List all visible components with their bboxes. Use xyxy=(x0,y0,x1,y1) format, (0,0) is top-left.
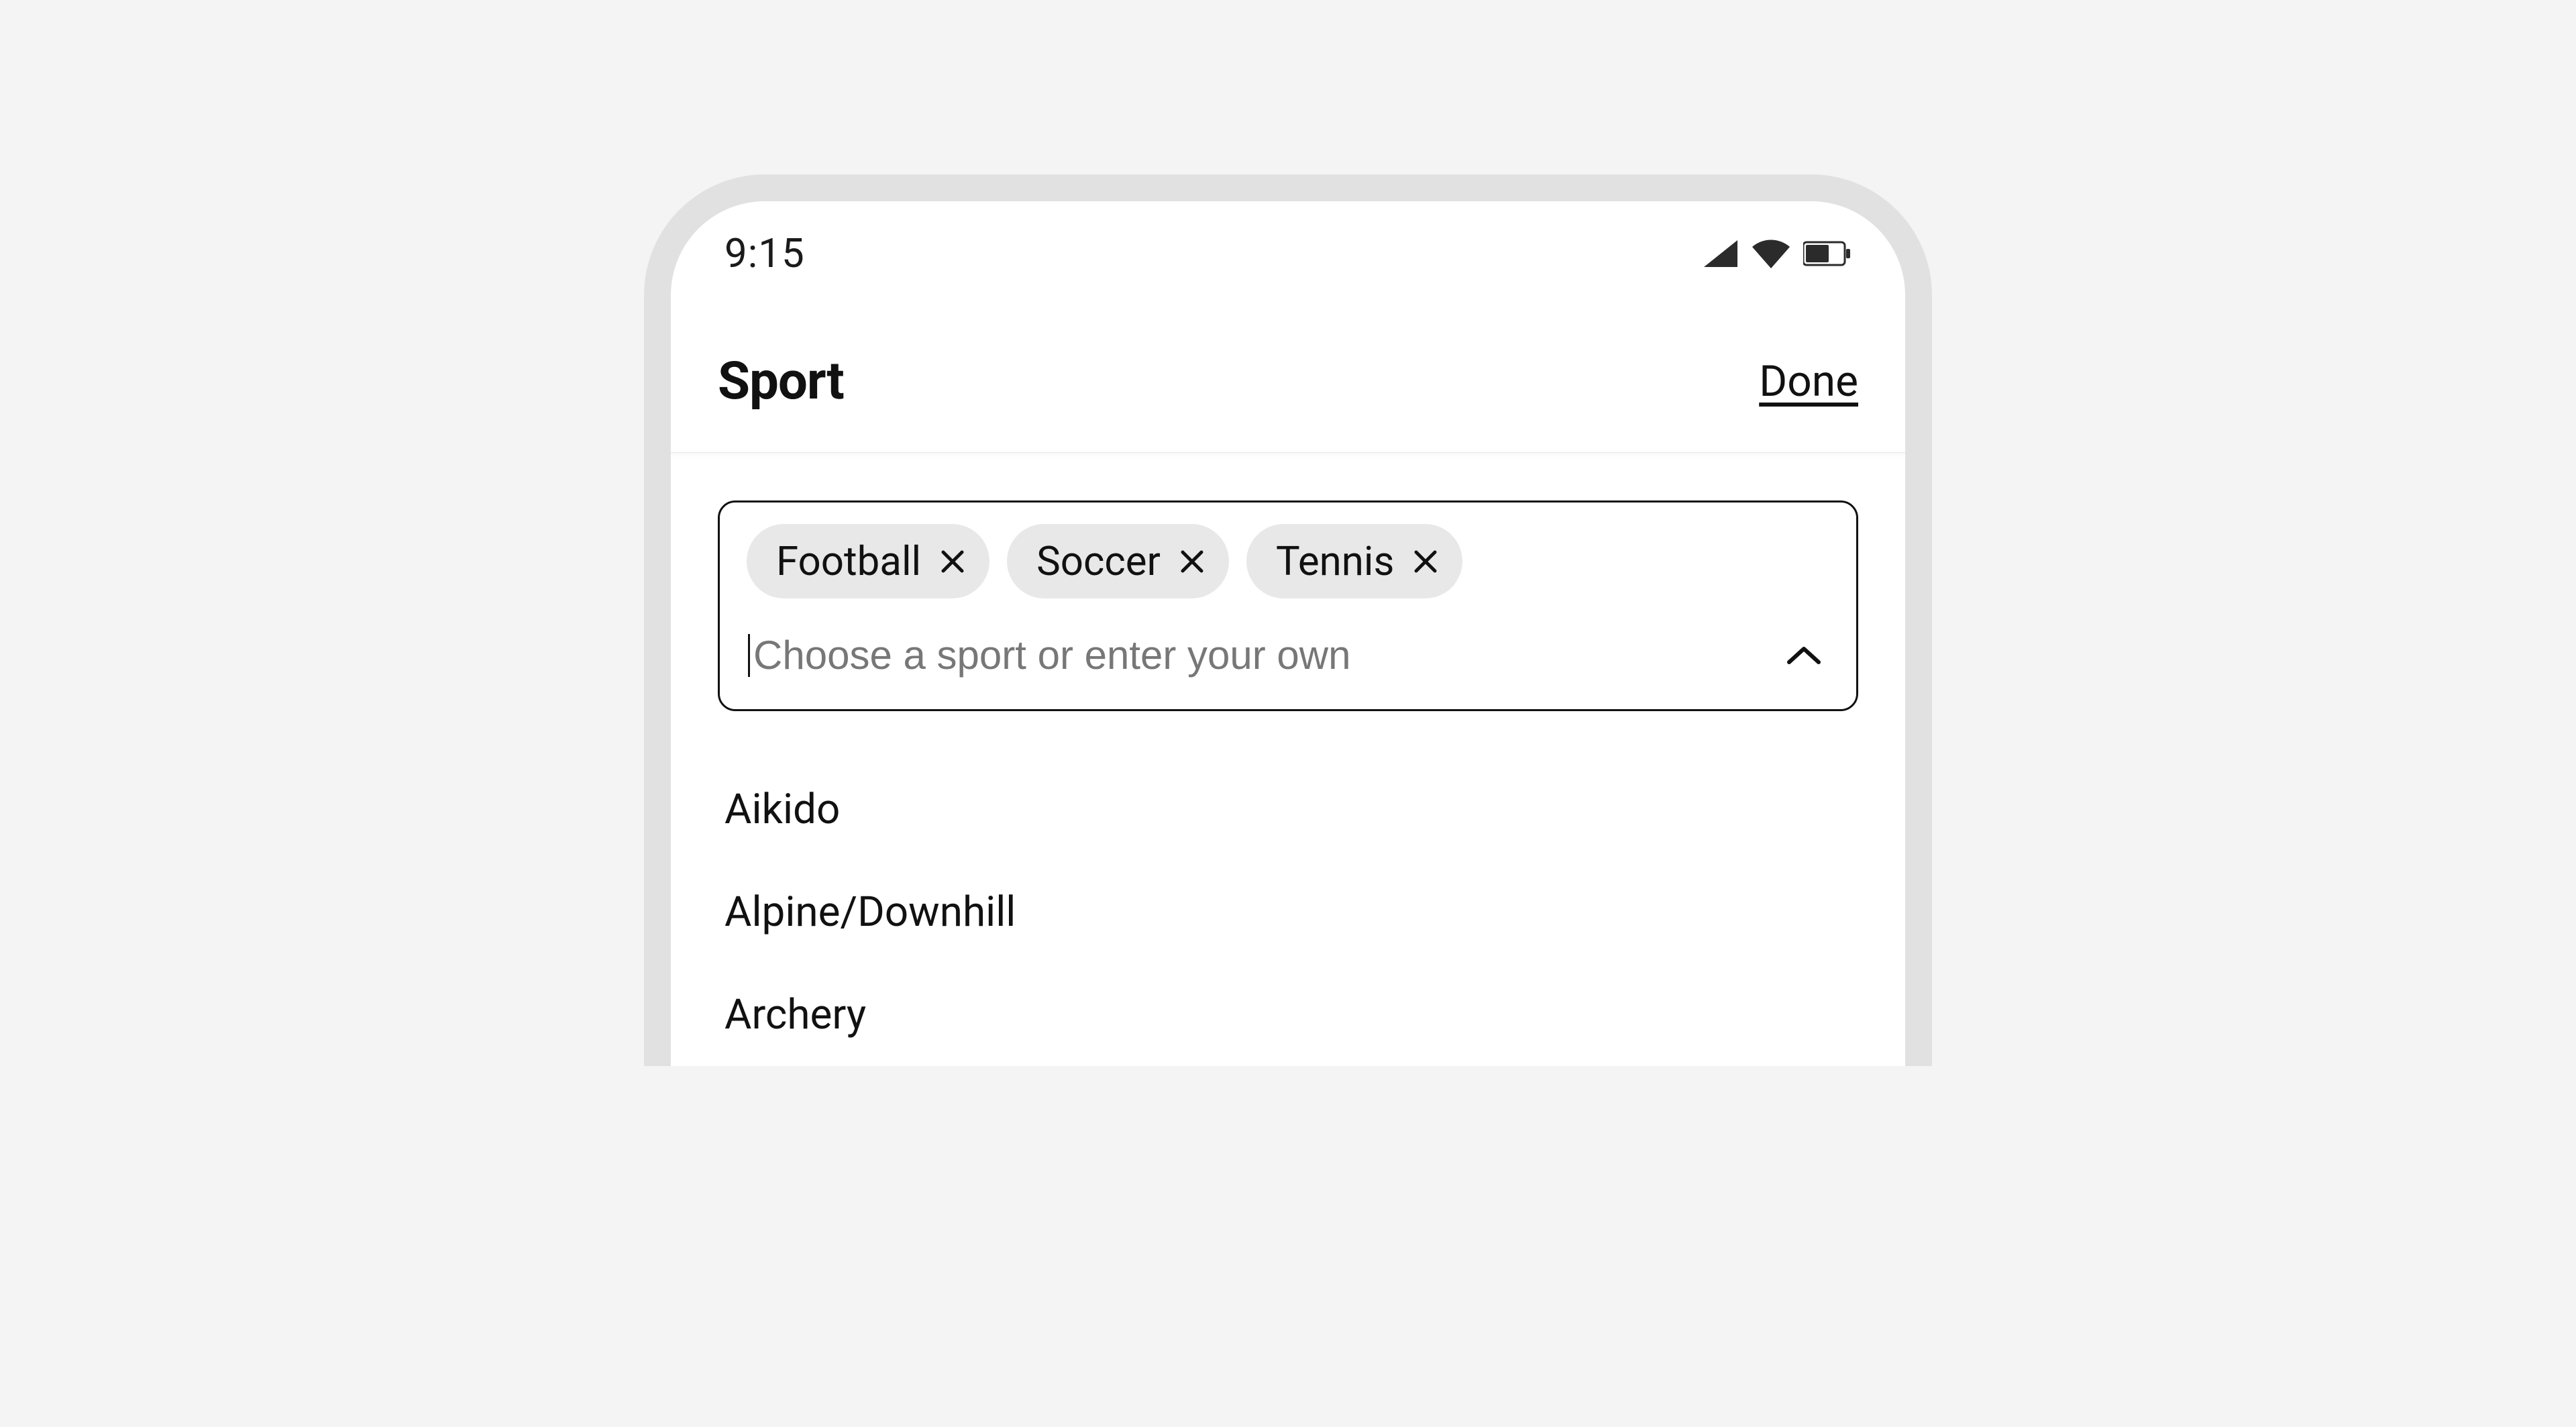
cellular-icon xyxy=(1703,239,1739,268)
option-item[interactable]: Archery xyxy=(724,963,1851,1066)
chevron-up-icon[interactable] xyxy=(1785,643,1829,668)
close-icon[interactable] xyxy=(1413,549,1438,574)
text-caret xyxy=(748,634,750,677)
option-item[interactable]: Aikido xyxy=(724,758,1851,861)
selected-chips: Football Soccer Tennis xyxy=(747,524,1829,598)
page-header: Sport Done xyxy=(671,290,1905,452)
phone-frame: 9:15 xyxy=(644,174,1932,1066)
sport-combobox[interactable]: Football Soccer Tennis xyxy=(718,500,1858,711)
chip-soccer[interactable]: Soccer xyxy=(1007,524,1229,598)
close-icon[interactable] xyxy=(1179,549,1205,574)
option-item[interactable]: Alpine/Downhill xyxy=(724,861,1851,963)
wifi-icon xyxy=(1751,239,1791,268)
status-bar: 9:15 xyxy=(671,201,1905,290)
chip-label: Soccer xyxy=(1036,537,1161,585)
sport-input[interactable] xyxy=(747,628,1765,682)
done-button[interactable]: Done xyxy=(1759,356,1858,407)
battery-icon xyxy=(1803,241,1851,266)
chip-label: Tennis xyxy=(1276,537,1395,585)
options-list: Aikido Alpine/Downhill Archery xyxy=(718,711,1858,1066)
close-icon[interactable] xyxy=(940,549,965,574)
chip-football[interactable]: Football xyxy=(747,524,989,598)
page-title: Sport xyxy=(718,351,844,412)
chip-label: Football xyxy=(776,537,921,585)
chip-tennis[interactable]: Tennis xyxy=(1246,524,1463,598)
status-time: 9:15 xyxy=(724,229,805,277)
status-icons xyxy=(1703,239,1851,268)
